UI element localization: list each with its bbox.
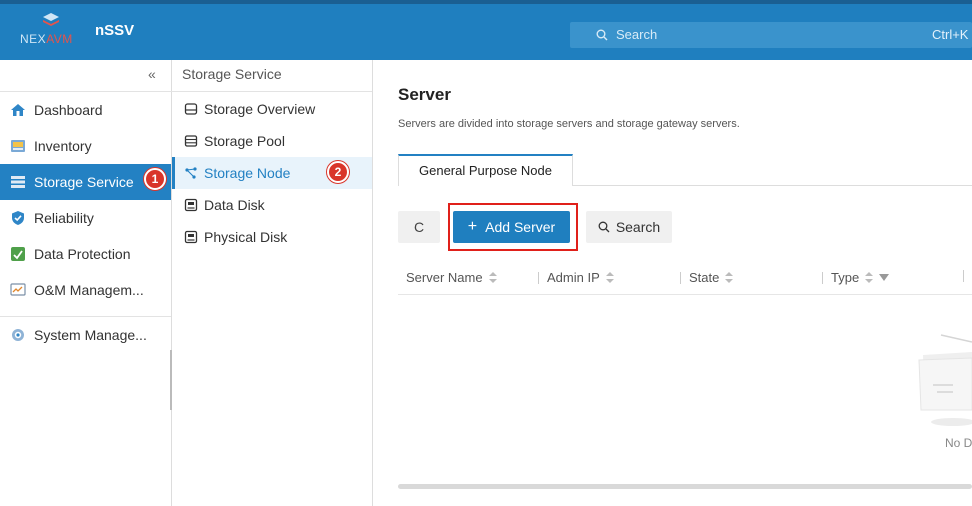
search-icon bbox=[598, 221, 610, 233]
inventory-icon bbox=[11, 140, 25, 152]
sort-icon[interactable] bbox=[865, 271, 874, 284]
column-type[interactable]: Type bbox=[822, 270, 890, 285]
add-server-label: Add Server bbox=[485, 219, 556, 235]
disk-icon bbox=[184, 230, 198, 244]
overview-icon bbox=[184, 103, 198, 115]
plus-icon: + bbox=[467, 218, 478, 235]
sidebar-item-label: Dashboard bbox=[34, 102, 103, 118]
sidebar-item-label: Data Protection bbox=[34, 246, 131, 262]
collapse-sidebar-button[interactable]: « bbox=[148, 66, 156, 82]
column-server-name[interactable]: Server Name bbox=[406, 270, 497, 285]
global-search-input[interactable]: Search Ctrl+K bbox=[570, 22, 972, 48]
divider bbox=[172, 91, 372, 92]
search-placeholder: Search bbox=[616, 27, 658, 42]
gear-icon bbox=[12, 329, 24, 341]
sidebar-item-label: Inventory bbox=[34, 138, 92, 154]
secondary-sidebar: Storage Service Storage Overview Storage… bbox=[172, 60, 373, 506]
filter-icon[interactable] bbox=[879, 274, 890, 281]
top-bar: NEXAVM nSSV Search Ctrl+K bbox=[0, 0, 972, 60]
sidebar-item-label: System Manage... bbox=[34, 327, 147, 343]
column-next bbox=[963, 270, 972, 282]
sidebar-item-inventory[interactable]: Inventory bbox=[0, 128, 171, 164]
subnav-title: Storage Service bbox=[182, 66, 282, 82]
search-icon bbox=[596, 29, 608, 41]
logo-text: NEXAVM bbox=[20, 32, 73, 46]
sort-icon[interactable] bbox=[488, 271, 497, 284]
search-button[interactable]: Search bbox=[586, 211, 672, 243]
empty-state-illustration bbox=[918, 334, 972, 426]
pool-icon bbox=[184, 135, 198, 147]
house-icon bbox=[11, 104, 25, 116]
sidebar-item-label: Reliability bbox=[34, 210, 94, 226]
search-shortcut: Ctrl+K bbox=[932, 27, 969, 42]
subnav-item-label: Physical Disk bbox=[204, 229, 288, 245]
subnav-item-physical-disk[interactable]: Physical Disk bbox=[172, 221, 372, 253]
empty-state-text: No D bbox=[945, 436, 972, 450]
sidebar-item-data-protection[interactable]: Data Protection bbox=[0, 236, 171, 272]
subnav-item-data-disk[interactable]: Data Disk bbox=[172, 189, 372, 221]
monitor-icon bbox=[10, 283, 26, 296]
add-server-button[interactable]: + Add Server bbox=[453, 211, 570, 243]
sidebar-item-dashboard[interactable]: Dashboard bbox=[0, 92, 171, 128]
table-header: Server Name Admin IP State Type bbox=[398, 260, 972, 295]
sidebar-item-om-management[interactable]: O&M Managem... bbox=[0, 272, 171, 308]
sidebar-item-system-management[interactable]: System Manage... bbox=[0, 317, 171, 353]
logo[interactable]: NEXAVM bbox=[20, 12, 82, 54]
sidebar-item-label: O&M Managem... bbox=[34, 282, 144, 298]
refresh-button[interactable]: C bbox=[398, 211, 440, 243]
subnav-item-label: Storage Node bbox=[204, 165, 291, 181]
subnav-item-label: Storage Pool bbox=[204, 133, 285, 149]
logo-mark-icon bbox=[43, 13, 59, 26]
sidebar-item-reliability[interactable]: Reliability bbox=[0, 200, 171, 236]
search-button-label: Search bbox=[615, 219, 661, 235]
column-state[interactable]: State bbox=[680, 270, 734, 285]
storage-icon bbox=[11, 176, 25, 188]
subnav-item-storage-overview[interactable]: Storage Overview bbox=[172, 93, 372, 125]
subnav-item-label: Storage Overview bbox=[204, 101, 316, 117]
main-content: Server Servers are divided into storage … bbox=[373, 60, 972, 506]
page-title: Server bbox=[398, 85, 451, 104]
subnav-item-storage-pool[interactable]: Storage Pool bbox=[172, 125, 372, 157]
column-admin-ip[interactable]: Admin IP bbox=[538, 270, 614, 285]
node-icon bbox=[185, 167, 197, 179]
table-horizontal-scrollbar[interactable] bbox=[398, 484, 972, 489]
callout-2: 2 bbox=[327, 161, 349, 183]
tab-general-purpose-node[interactable]: General Purpose Node bbox=[398, 154, 573, 186]
data-protection-icon bbox=[11, 247, 25, 261]
shield-icon bbox=[12, 211, 24, 225]
sort-icon[interactable] bbox=[725, 271, 734, 284]
disk-icon bbox=[184, 198, 198, 212]
sidebar-item-label: Storage Service bbox=[34, 174, 134, 190]
page-description: Servers are divided into storage servers… bbox=[398, 118, 740, 130]
refresh-icon: C bbox=[413, 219, 425, 235]
callout-1: 1 bbox=[144, 168, 166, 190]
sort-icon[interactable] bbox=[605, 271, 614, 284]
primary-sidebar: « Dashboard Inventory Storage Service Re… bbox=[0, 60, 173, 506]
subnav-item-label: Data Disk bbox=[204, 197, 265, 213]
app-name: nSSV bbox=[95, 22, 135, 39]
